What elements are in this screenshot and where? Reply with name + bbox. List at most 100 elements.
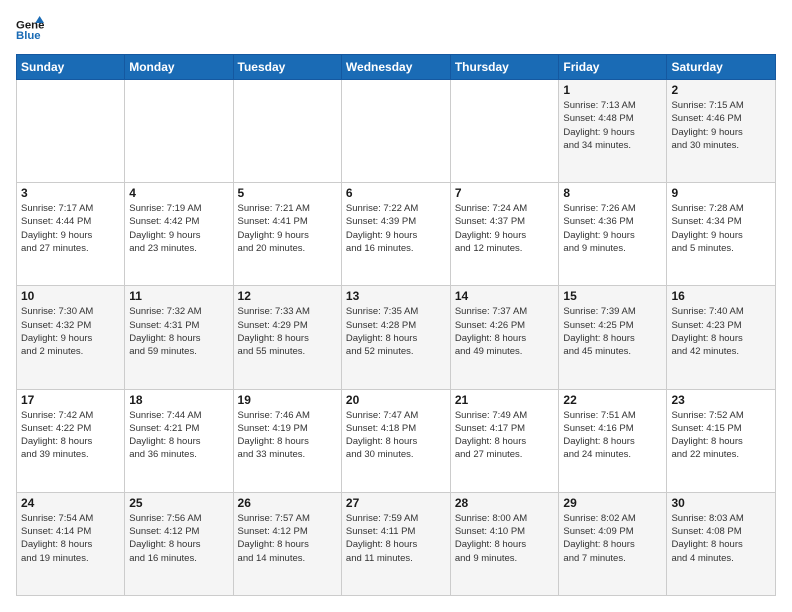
day-info: Sunrise: 7:26 AM Sunset: 4:36 PM Dayligh… bbox=[563, 202, 662, 255]
calendar-cell: 28 Sunrise: 8:00 AM Sunset: 4:10 PM Dayli… bbox=[450, 492, 559, 595]
calendar-cell: 30 Sunrise: 8:03 AM Sunset: 4:08 PM Dayli… bbox=[667, 492, 776, 595]
day-info: Sunrise: 8:00 AM Sunset: 4:10 PM Dayligh… bbox=[455, 512, 555, 565]
day-info: Sunrise: 7:39 AM Sunset: 4:25 PM Dayligh… bbox=[563, 305, 662, 358]
calendar-cell: 27Sunrise: 7:59 AM Sunset: 4:11 PM Dayli… bbox=[341, 492, 450, 595]
calendar-cell: 7 Sunrise: 7:24 AM Sunset: 4:37 PM Daylig… bbox=[450, 183, 559, 286]
calendar-cell: 6Sunrise: 7:22 AM Sunset: 4:39 PM Daylig… bbox=[341, 183, 450, 286]
calendar-cell: 14 Sunrise: 7:37 AM Sunset: 4:26 PM Dayli… bbox=[450, 286, 559, 389]
day-number: 14 bbox=[455, 289, 555, 303]
day-number: 4 bbox=[129, 186, 228, 200]
calendar-cell bbox=[233, 80, 341, 183]
calendar-cell: 11 Sunrise: 7:32 AM Sunset: 4:31 PM Dayli… bbox=[125, 286, 233, 389]
day-info: Sunrise: 7:15 AM Sunset: 4:46 PM Dayligh… bbox=[671, 99, 771, 152]
day-number: 20 bbox=[346, 393, 446, 407]
calendar-cell: 9 Sunrise: 7:28 AM Sunset: 4:34 PM Daylig… bbox=[667, 183, 776, 286]
day-info: Sunrise: 7:49 AM Sunset: 4:17 PM Dayligh… bbox=[455, 409, 555, 462]
weekday-wednesday: Wednesday bbox=[341, 55, 450, 80]
day-number: 8 bbox=[563, 186, 662, 200]
calendar-cell: 13 Sunrise: 7:35 AM Sunset: 4:28 PM Dayli… bbox=[341, 286, 450, 389]
logo-icon: General Blue bbox=[16, 16, 44, 44]
day-number: 1 bbox=[563, 83, 662, 97]
day-number: 28 bbox=[455, 496, 555, 510]
calendar-cell: 16 Sunrise: 7:40 AM Sunset: 4:23 PM Dayli… bbox=[667, 286, 776, 389]
svg-text:Blue: Blue bbox=[16, 30, 41, 42]
day-number: 6 bbox=[346, 186, 446, 200]
day-info: Sunrise: 7:57 AM Sunset: 4:12 PM Dayligh… bbox=[238, 512, 337, 565]
calendar-cell: 4 Sunrise: 7:19 AM Sunset: 4:42 PM Daylig… bbox=[125, 183, 233, 286]
calendar-cell: 10Sunrise: 7:30 AM Sunset: 4:32 PM Dayli… bbox=[17, 286, 125, 389]
day-info: Sunrise: 7:51 AM Sunset: 4:16 PM Dayligh… bbox=[563, 409, 662, 462]
day-info: Sunrise: 7:24 AM Sunset: 4:37 PM Dayligh… bbox=[455, 202, 555, 255]
calendar-cell: 19 Sunrise: 7:46 AM Sunset: 4:19 PM Dayli… bbox=[233, 389, 341, 492]
day-info: Sunrise: 7:47 AM Sunset: 4:18 PM Dayligh… bbox=[346, 409, 446, 462]
day-info: Sunrise: 7:13 AM Sunset: 4:48 PM Dayligh… bbox=[563, 99, 662, 152]
logo: General Blue bbox=[16, 16, 44, 44]
calendar-cell bbox=[17, 80, 125, 183]
day-number: 12 bbox=[238, 289, 337, 303]
day-number: 7 bbox=[455, 186, 555, 200]
calendar-cell bbox=[341, 80, 450, 183]
day-info: Sunrise: 7:28 AM Sunset: 4:34 PM Dayligh… bbox=[671, 202, 771, 255]
weekday-monday: Monday bbox=[125, 55, 233, 80]
day-info: Sunrise: 7:37 AM Sunset: 4:26 PM Dayligh… bbox=[455, 305, 555, 358]
day-number: 11 bbox=[129, 289, 228, 303]
day-info: Sunrise: 7:35 AM Sunset: 4:28 PM Dayligh… bbox=[346, 305, 446, 358]
calendar-cell: 1 Sunrise: 7:13 AM Sunset: 4:48 PM Daylig… bbox=[559, 80, 667, 183]
day-info: Sunrise: 7:54 AM Sunset: 4:14 PM Dayligh… bbox=[21, 512, 120, 565]
weekday-tuesday: Tuesday bbox=[233, 55, 341, 80]
day-number: 21 bbox=[455, 393, 555, 407]
week-row-4: 17 Sunrise: 7:42 AM Sunset: 4:22 PM Dayli… bbox=[17, 389, 776, 492]
day-number: 26 bbox=[238, 496, 337, 510]
header: General Blue bbox=[16, 16, 776, 44]
calendar-table: SundayMondayTuesdayWednesdayThursdayFrid… bbox=[16, 54, 776, 596]
calendar-cell: 18 Sunrise: 7:44 AM Sunset: 4:21 PM Dayli… bbox=[125, 389, 233, 492]
day-number: 13 bbox=[346, 289, 446, 303]
day-info: Sunrise: 7:32 AM Sunset: 4:31 PM Dayligh… bbox=[129, 305, 228, 358]
weekday-header-row: SundayMondayTuesdayWednesdayThursdayFrid… bbox=[17, 55, 776, 80]
calendar-cell: 25 Sunrise: 7:56 AM Sunset: 4:12 PM Dayli… bbox=[125, 492, 233, 595]
day-info: Sunrise: 7:40 AM Sunset: 4:23 PM Dayligh… bbox=[671, 305, 771, 358]
calendar-cell: 12Sunrise: 7:33 AM Sunset: 4:29 PM Dayli… bbox=[233, 286, 341, 389]
day-number: 30 bbox=[671, 496, 771, 510]
day-number: 18 bbox=[129, 393, 228, 407]
week-row-2: 3 Sunrise: 7:17 AM Sunset: 4:44 PM Daylig… bbox=[17, 183, 776, 286]
day-info: Sunrise: 8:03 AM Sunset: 4:08 PM Dayligh… bbox=[671, 512, 771, 565]
day-info: Sunrise: 7:59 AM Sunset: 4:11 PM Dayligh… bbox=[346, 512, 446, 565]
day-info: Sunrise: 7:42 AM Sunset: 4:22 PM Dayligh… bbox=[21, 409, 120, 462]
calendar-cell: 22 Sunrise: 7:51 AM Sunset: 4:16 PM Dayli… bbox=[559, 389, 667, 492]
calendar-cell: 2 Sunrise: 7:15 AM Sunset: 4:46 PM Daylig… bbox=[667, 80, 776, 183]
day-number: 15 bbox=[563, 289, 662, 303]
calendar-cell: 5 Sunrise: 7:21 AM Sunset: 4:41 PM Daylig… bbox=[233, 183, 341, 286]
calendar-cell: 21 Sunrise: 7:49 AM Sunset: 4:17 PM Dayli… bbox=[450, 389, 559, 492]
day-info: Sunrise: 7:56 AM Sunset: 4:12 PM Dayligh… bbox=[129, 512, 228, 565]
day-number: 9 bbox=[671, 186, 771, 200]
day-number: 22 bbox=[563, 393, 662, 407]
calendar-cell: 8 Sunrise: 7:26 AM Sunset: 4:36 PM Daylig… bbox=[559, 183, 667, 286]
day-number: 10 bbox=[21, 289, 120, 303]
calendar-cell: 29Sunrise: 8:02 AM Sunset: 4:09 PM Dayli… bbox=[559, 492, 667, 595]
calendar-cell bbox=[125, 80, 233, 183]
week-row-3: 10Sunrise: 7:30 AM Sunset: 4:32 PM Dayli… bbox=[17, 286, 776, 389]
day-number: 2 bbox=[671, 83, 771, 97]
day-number: 25 bbox=[129, 496, 228, 510]
day-number: 19 bbox=[238, 393, 337, 407]
day-number: 17 bbox=[21, 393, 120, 407]
day-info: Sunrise: 7:21 AM Sunset: 4:41 PM Dayligh… bbox=[238, 202, 337, 255]
day-number: 23 bbox=[671, 393, 771, 407]
weekday-saturday: Saturday bbox=[667, 55, 776, 80]
day-number: 5 bbox=[238, 186, 337, 200]
day-info: Sunrise: 7:19 AM Sunset: 4:42 PM Dayligh… bbox=[129, 202, 228, 255]
day-info: Sunrise: 7:44 AM Sunset: 4:21 PM Dayligh… bbox=[129, 409, 228, 462]
day-number: 3 bbox=[21, 186, 120, 200]
weekday-thursday: Thursday bbox=[450, 55, 559, 80]
calendar-page: General Blue SundayMondayTuesdayWednesda… bbox=[0, 0, 792, 612]
calendar-cell: 15 Sunrise: 7:39 AM Sunset: 4:25 PM Dayli… bbox=[559, 286, 667, 389]
day-info: Sunrise: 7:46 AM Sunset: 4:19 PM Dayligh… bbox=[238, 409, 337, 462]
day-number: 24 bbox=[21, 496, 120, 510]
day-number: 16 bbox=[671, 289, 771, 303]
calendar-cell: 20 Sunrise: 7:47 AM Sunset: 4:18 PM Dayli… bbox=[341, 389, 450, 492]
calendar-cell bbox=[450, 80, 559, 183]
day-info: Sunrise: 7:17 AM Sunset: 4:44 PM Dayligh… bbox=[21, 202, 120, 255]
day-info: Sunrise: 7:52 AM Sunset: 4:15 PM Dayligh… bbox=[671, 409, 771, 462]
weekday-sunday: Sunday bbox=[17, 55, 125, 80]
